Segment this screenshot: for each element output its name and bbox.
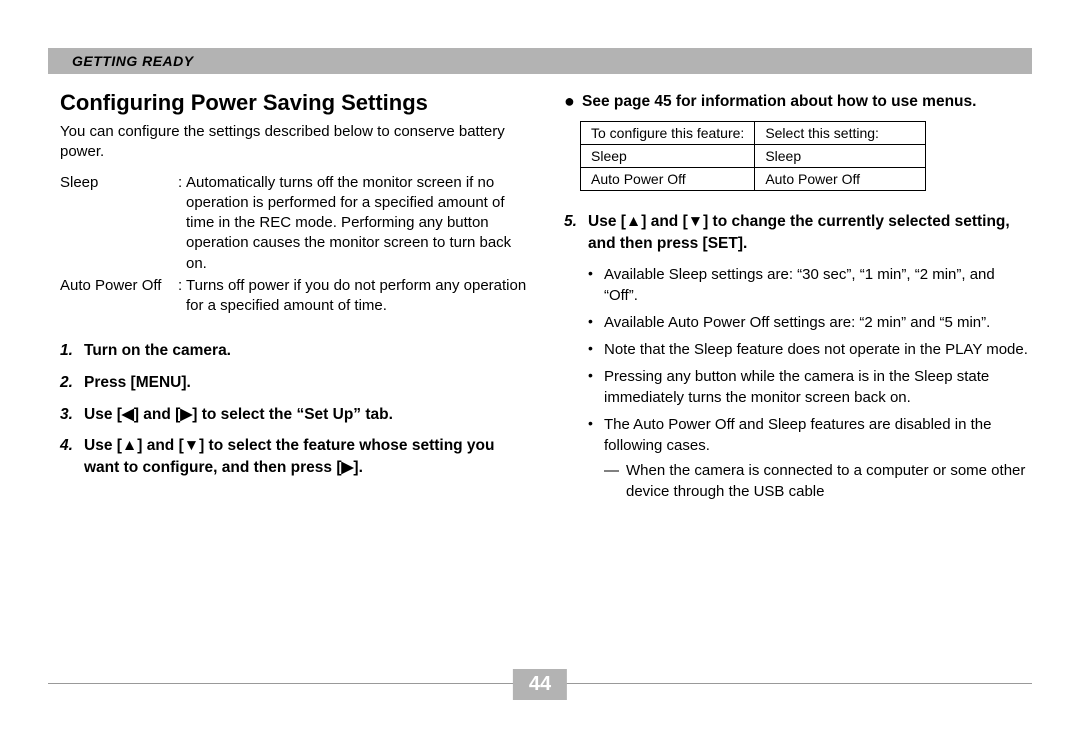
table-row: To configure this feature: Select this s… [581, 121, 926, 144]
step-3: 3. Use [◀] and [▶] to select the “Set Up… [60, 404, 528, 426]
step-2: 2. Press [MENU]. [60, 372, 528, 394]
table-cell: Sleep [581, 144, 755, 167]
sub-list-item: — When the camera is connected to a comp… [604, 460, 1032, 502]
table-header-cell: To configure this feature: [581, 121, 755, 144]
step-text: Use [▲] and [▼] to change the currently … [588, 211, 1032, 254]
list-item: Note that the Sleep feature does not ope… [588, 339, 1032, 360]
list-item-text: The Auto Power Off and Sleep features ar… [604, 416, 991, 454]
definition-desc: Turns off power if you do not perform an… [186, 276, 528, 317]
definition-row: Auto Power Off : Turns off power if you … [60, 276, 528, 317]
table-row: Auto Power Off Auto Power Off [581, 167, 926, 190]
sub-list-text: When the camera is connected to a comput… [626, 460, 1032, 502]
list-item: Available Sleep settings are: “30 sec”, … [588, 264, 1032, 306]
definition-term: Sleep [60, 173, 178, 274]
left-steps: 1. Turn on the camera. 2. Press [MENU]. … [60, 340, 528, 478]
bullet-icon: ● [564, 92, 582, 113]
see-also: ● See page 45 for information about how … [564, 92, 1032, 113]
section-title: GETTING READY [72, 53, 194, 69]
definition-desc: Automatically turns off the monitor scre… [186, 173, 528, 274]
settings-table: To configure this feature: Select this s… [580, 121, 926, 191]
colon: : [178, 276, 186, 317]
left-column: Configuring Power Saving Settings You ca… [60, 88, 528, 660]
step-number: 5. [564, 211, 588, 254]
intro-text: You can configure the settings described… [60, 122, 528, 163]
see-also-text: See page 45 for information about how to… [582, 92, 1032, 113]
list-item: The Auto Power Off and Sleep features ar… [588, 414, 1032, 502]
step-5: 5. Use [▲] and [▼] to change the current… [564, 211, 1032, 254]
step-text: Use [◀] and [▶] to select the “Set Up” t… [84, 404, 528, 426]
notes-list: Available Sleep settings are: “30 sec”, … [588, 264, 1032, 502]
dash-icon: — [604, 460, 626, 502]
step-text: Use [▲] and [▼] to select the feature wh… [84, 435, 528, 478]
step-number: 2. [60, 372, 84, 394]
table-cell: Auto Power Off [755, 167, 926, 190]
manual-page: GETTING READY Configuring Power Saving S… [0, 0, 1080, 730]
definition-term: Auto Power Off [60, 276, 178, 317]
colon: : [178, 173, 186, 274]
section-banner: GETTING READY [48, 48, 1032, 74]
right-column: ● See page 45 for information about how … [564, 88, 1032, 660]
step-text: Turn on the camera. [84, 340, 528, 362]
page-title: Configuring Power Saving Settings [60, 90, 528, 116]
step-4: 4. Use [▲] and [▼] to select the feature… [60, 435, 528, 478]
table-cell: Sleep [755, 144, 926, 167]
table-cell: Auto Power Off [581, 167, 755, 190]
page-number: 44 [513, 669, 567, 700]
content-columns: Configuring Power Saving Settings You ca… [60, 88, 1032, 660]
definition-row: Sleep : Automatically turns off the moni… [60, 173, 528, 274]
step-1: 1. Turn on the camera. [60, 340, 528, 362]
list-item: Available Auto Power Off settings are: “… [588, 312, 1032, 333]
list-item: Pressing any button while the camera is … [588, 366, 1032, 408]
step-number: 4. [60, 435, 84, 478]
definitions: Sleep : Automatically turns off the moni… [60, 173, 528, 317]
table-row: Sleep Sleep [581, 144, 926, 167]
step-text: Press [MENU]. [84, 372, 528, 394]
step-number: 3. [60, 404, 84, 426]
step-number: 1. [60, 340, 84, 362]
table-header-cell: Select this setting: [755, 121, 926, 144]
